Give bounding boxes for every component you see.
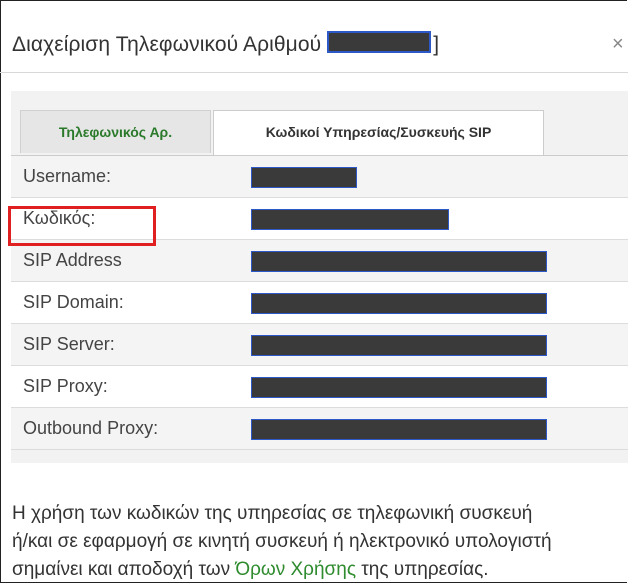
- redacted-value: [251, 377, 547, 398]
- dialog-title-suffix: ]: [433, 33, 440, 56]
- field-label: SIP Domain:: [23, 292, 124, 312]
- field-label: SIP Proxy:: [23, 376, 108, 396]
- terms-line-3-post: της υπηρεσίας.: [356, 559, 489, 580]
- redacted-phone-number: [327, 31, 432, 53]
- redacted-value: [251, 251, 547, 272]
- field-label: SIP Server:: [23, 334, 115, 354]
- terms-line-3: σημαίνει και αποδοχή των Όρων Χρήσης της…: [12, 556, 626, 584]
- field-label: Username:: [23, 166, 112, 186]
- redacted-value: [251, 209, 449, 230]
- table-row-sip-address: SIP Address: [11, 240, 628, 282]
- close-icon[interactable]: ×: [612, 33, 624, 56]
- dialog-header: Διαχείριση Τηλεφωνικού Αριθμού] ×: [0, 0, 628, 73]
- dialog-title-text: Διαχείριση Τηλεφωνικού Αριθμού: [12, 33, 322, 56]
- redacted-value: [251, 419, 547, 440]
- redacted-value: [251, 167, 357, 188]
- table-row-sip-proxy: SIP Proxy:: [11, 366, 628, 408]
- field-label: SIP Address: [23, 250, 122, 270]
- tab-phone-number[interactable]: Τηλεφωνικός Αρ.: [20, 110, 211, 153]
- sip-credentials-table: Username: Κωδικός: SIP Address SIP Domai…: [11, 155, 628, 450]
- table-row-username: Username:: [11, 156, 628, 198]
- terms-line-1: Η χρήση των κωδικών της υπηρεσίας σε τηλ…: [12, 503, 533, 524]
- terms-line-2: ή/και σε εφαρμογή σε κινητή συσκευή ή ηλ…: [12, 531, 552, 552]
- tab-sip-credentials[interactable]: Κωδικοί Υπηρεσίας/Συσκευής SIP: [213, 110, 544, 155]
- password-highlight-box: [8, 206, 156, 246]
- dialog-title: Διαχείριση Τηλεφωνικού Αριθμού]: [12, 31, 439, 57]
- table-row-outbound-proxy: Outbound Proxy:: [11, 408, 628, 450]
- terms-of-use-link[interactable]: Όρων Χρήσης: [235, 559, 356, 580]
- field-label: Outbound Proxy:: [23, 418, 159, 438]
- table-row-sip-domain: SIP Domain:: [11, 282, 628, 324]
- terms-line-3-pre: σημαίνει και αποδοχή των: [12, 559, 236, 580]
- redacted-value: [251, 293, 547, 314]
- terms-notice: Η χρήση των κωδικών της υπηρεσίας σε τηλ…: [12, 500, 626, 584]
- redacted-value: [251, 335, 547, 356]
- table-row-sip-server: SIP Server:: [11, 324, 628, 366]
